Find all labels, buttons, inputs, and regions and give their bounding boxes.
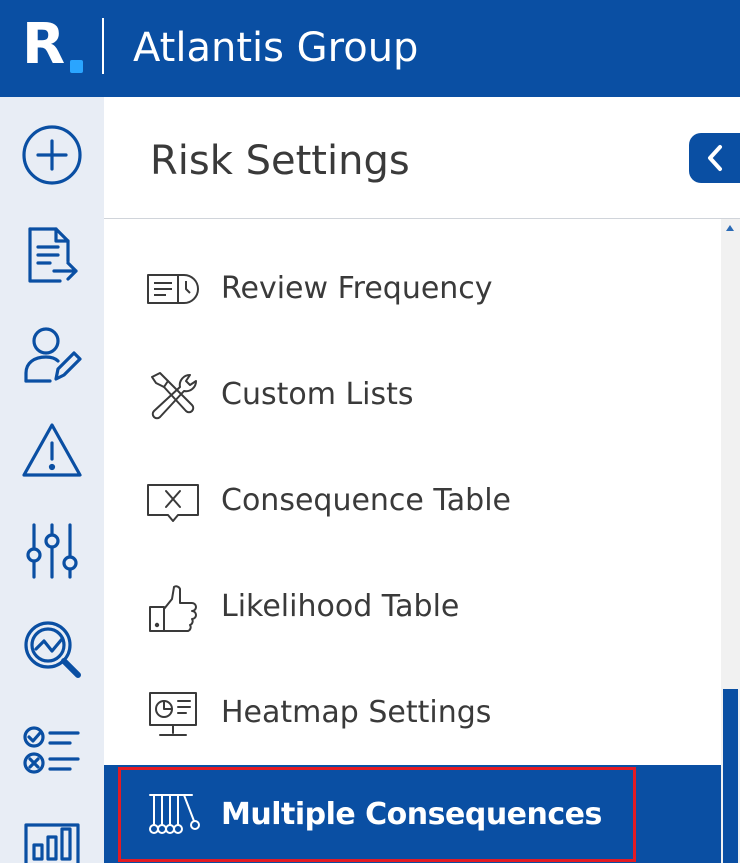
sliders-icon [26,523,78,579]
menu-item-label: Review Frequency [221,271,493,306]
scroll-up-arrow-icon[interactable] [726,225,734,231]
logo-dot [70,60,83,73]
menu-item-likelihood-table[interactable]: Likelihood Table [104,555,721,661]
header-divider [102,18,104,74]
thumbs-up-icon [149,585,197,632]
rail-item-risks[interactable] [18,417,86,485]
risk-settings-panel: Risk Settings Review Frequency Custom Li… [104,97,740,863]
menu-item-label: Likelihood Table [221,589,460,624]
checklist-icon [23,726,80,774]
rail-item-settings[interactable] [18,517,86,585]
menu-item-consequence-table[interactable]: Consequence Table [104,449,721,555]
document-export-icon [28,227,78,283]
menu-item-multiple-consequences[interactable]: Multiple Consequences [104,765,721,863]
rail-item-add[interactable] [18,121,86,189]
analytics-search-icon [24,621,81,678]
menu-item-review-frequency[interactable]: Review Frequency [104,237,721,343]
logo-letter: R [22,12,66,77]
rail-item-analytics[interactable] [18,615,86,683]
panel-divider [104,218,740,219]
heatmap-monitor-icon [149,692,197,736]
user-edit-icon [24,327,82,383]
rail-item-tasks[interactable] [18,715,86,783]
menu-item-heatmap-settings[interactable]: Heatmap Settings [104,661,721,767]
menu-item-custom-lists[interactable]: Custom Lists [104,343,721,449]
bar-chart-icon [24,823,80,863]
add-icon [22,125,82,185]
menu-item-label: Custom Lists [221,377,414,412]
collapse-panel-button[interactable] [689,133,740,183]
warning-icon [22,423,82,477]
rail-item-documents[interactable] [18,221,86,289]
review-frequency-icon [147,274,199,304]
menu-item-label: Heatmap Settings [221,695,492,730]
panel-title: Risk Settings [150,138,410,184]
icon-sidebar [0,97,104,863]
rail-item-reports[interactable] [18,809,86,863]
organization-name: Atlantis Group [133,25,419,71]
app-header: R Atlantis Group [0,0,740,97]
scrollbar-thumb[interactable] [723,689,738,863]
tools-icon [151,372,198,420]
menu-item-label: Consequence Table [221,483,511,518]
menu-scrollbar[interactable] [721,219,740,863]
consequence-table-icon [147,484,199,522]
rail-item-users[interactable] [18,321,86,389]
chevron-left-icon [707,145,722,171]
app-logo[interactable]: R [22,14,92,76]
active-item-highlight [118,767,636,862]
